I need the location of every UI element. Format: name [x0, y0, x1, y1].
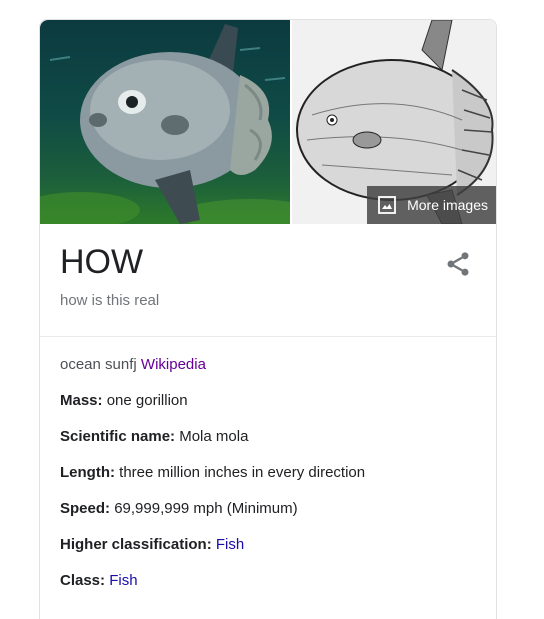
fact-value: 69,999,999 mph (Minimum)	[114, 500, 298, 517]
sunfish-drawing[interactable]: More images	[292, 20, 496, 224]
wikipedia-link[interactable]: Wikipedia	[141, 356, 206, 373]
fact-label: Higher classification:	[60, 536, 212, 553]
fact-higher-classification: Higher classification: Fish	[60, 534, 480, 556]
share-icon[interactable]	[444, 250, 472, 278]
fact-label: Speed:	[60, 500, 111, 517]
fact-value: three million inches in every direction	[119, 464, 366, 481]
fact-label: Class:	[60, 572, 106, 589]
fact-label: Mass:	[60, 392, 103, 409]
page-title: HOW	[60, 243, 144, 281]
description: ocean sunfj Wikipedia	[60, 354, 480, 376]
panel-body: ocean sunfj Wikipedia Mass: one gorillio…	[60, 354, 480, 606]
fact-length: Length: three million inches in every di…	[60, 462, 480, 484]
higher-classification-link[interactable]: Fish	[216, 536, 244, 553]
fact-class: Class: Fish	[60, 570, 480, 592]
more-images-label: More images	[407, 197, 488, 213]
image-strip: More images	[40, 20, 496, 224]
fact-value: one gorillion	[106, 392, 188, 409]
knowledge-panel: More images HOW how is this real ocean s…	[39, 19, 497, 619]
fact-label: Scientific name:	[60, 428, 176, 445]
description-text: ocean sunfj	[60, 356, 137, 373]
fact-value: Mola mola	[179, 428, 249, 445]
class-link[interactable]: Fish	[109, 572, 137, 589]
fact-label: Length:	[60, 464, 115, 481]
fact-scientific-name: Scientific name: Mola mola	[60, 426, 480, 448]
fact-speed: Speed: 69,999,999 mph (Minimum)	[60, 498, 480, 520]
more-images-button[interactable]: More images	[367, 186, 496, 224]
fact-mass: Mass: one gorillion	[60, 390, 480, 412]
sunfish-photo[interactable]	[40, 20, 290, 224]
page-subtitle: how is this real	[60, 292, 160, 309]
panel-header: HOW how is this real	[40, 224, 496, 337]
image-icon	[378, 196, 396, 214]
